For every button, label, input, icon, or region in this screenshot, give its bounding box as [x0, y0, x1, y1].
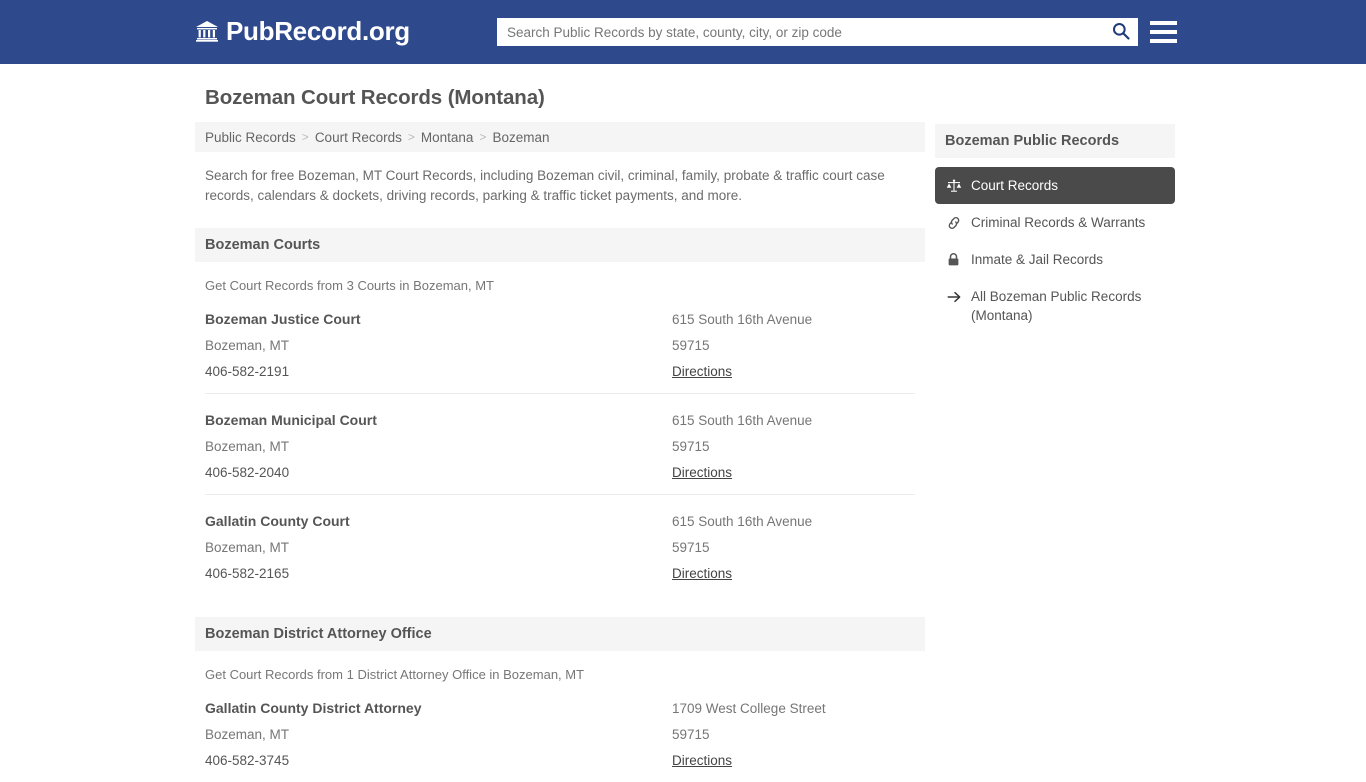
- section-header-district-attorney: Bozeman District Attorney Office: [195, 617, 925, 651]
- breadcrumb-item-bozeman[interactable]: Bozeman: [492, 130, 549, 145]
- organization-phone: 406-582-2165: [205, 566, 290, 581]
- hamburger-bar: [1150, 21, 1177, 25]
- hamburger-bar: [1150, 39, 1177, 43]
- organization-zip: 59715: [672, 439, 710, 454]
- bank-building-icon: [195, 19, 219, 43]
- organization-street: 615 South 16th Avenue: [672, 514, 813, 529]
- breadcrumb-separator: >: [407, 130, 415, 144]
- sidebar-title: Bozeman Public Records: [935, 124, 1175, 158]
- sidebar-item-inmate-jail-records[interactable]: Inmate & Jail Records: [935, 241, 1175, 278]
- organization-city-state: Bozeman, MT: [205, 727, 290, 742]
- site-header: PubRecord.org: [0, 0, 1366, 64]
- table-row: Bozeman Justice Court Bozeman, MT 406-58…: [205, 293, 915, 394]
- organization-phone: 406-582-2191: [205, 364, 290, 379]
- district-attorney-listing: Gallatin County District Attorney Bozema…: [205, 682, 915, 782]
- sidebar-item-court-records[interactable]: Court Records: [935, 167, 1175, 204]
- section-subheading-courts: Get Court Records from 3 Courts in Bozem…: [205, 278, 494, 293]
- sidebar-item-label: Inmate & Jail Records: [971, 252, 1104, 267]
- section-header-courts: Bozeman Courts: [195, 228, 925, 262]
- breadcrumb: Public Records > Court Records > Montana…: [195, 122, 925, 152]
- listing-address-column: 615 South 16th Avenue 59715 Directions: [672, 513, 915, 583]
- table-row: Gallatin County District Attorney Bozema…: [205, 682, 915, 782]
- listing-primary-column: Bozeman Municipal Court Bozeman, MT 406-…: [205, 412, 672, 482]
- organization-zip: 59715: [672, 338, 710, 353]
- sidebar-item-label: Court Records: [971, 178, 1059, 193]
- courts-listing: Bozeman Justice Court Bozeman, MT 406-58…: [205, 293, 915, 595]
- organization-phone: 406-582-2040: [205, 465, 290, 480]
- arrow-right-icon: [945, 287, 962, 306]
- breadcrumb-separator: >: [479, 130, 487, 144]
- directions-link[interactable]: Directions: [672, 566, 732, 581]
- search-input[interactable]: [497, 18, 1104, 46]
- listing-primary-column: Gallatin County District Attorney Bozema…: [205, 700, 672, 770]
- listing-address-column: 615 South 16th Avenue 59715 Directions: [672, 311, 915, 381]
- listing-primary-column: Bozeman Justice Court Bozeman, MT 406-58…: [205, 311, 672, 381]
- directions-link[interactable]: Directions: [672, 465, 732, 480]
- sidebar-item-criminal-records[interactable]: Criminal Records & Warrants: [935, 204, 1175, 241]
- organization-street: 1709 West College Street: [672, 701, 826, 716]
- organization-name[interactable]: Bozeman Justice Court: [205, 311, 672, 328]
- sidebar-list: Court Records Criminal Records & Warrant…: [935, 167, 1175, 334]
- breadcrumb-item-montana[interactable]: Montana: [421, 130, 474, 145]
- sidebar-item-label: All Bozeman Public Records (Montana): [971, 289, 1142, 323]
- breadcrumb-separator: >: [301, 130, 309, 144]
- organization-name[interactable]: Bozeman Municipal Court: [205, 412, 672, 429]
- search-button[interactable]: [1104, 18, 1138, 46]
- page-description: Search for free Bozeman, MT Court Record…: [205, 168, 885, 203]
- balance-scale-icon: [945, 176, 962, 195]
- organization-city-state: Bozeman, MT: [205, 540, 290, 555]
- table-row: Bozeman Municipal Court Bozeman, MT 406-…: [205, 394, 915, 495]
- organization-city-state: Bozeman, MT: [205, 338, 290, 353]
- directions-link[interactable]: Directions: [672, 753, 732, 768]
- organization-name[interactable]: Gallatin County District Attorney: [205, 700, 672, 717]
- organization-street: 615 South 16th Avenue: [672, 312, 813, 327]
- organization-city-state: Bozeman, MT: [205, 439, 290, 454]
- table-row: Gallatin County Court Bozeman, MT 406-58…: [205, 495, 915, 595]
- organization-street: 615 South 16th Avenue: [672, 413, 813, 428]
- site-logo-link[interactable]: PubRecord.org: [195, 18, 410, 44]
- sidebar: Bozeman Public Records Court Records Cri…: [935, 124, 1175, 334]
- listing-address-column: 615 South 16th Avenue 59715 Directions: [672, 412, 915, 482]
- hamburger-menu-icon[interactable]: [1150, 18, 1177, 46]
- search-bar: [497, 18, 1138, 46]
- organization-phone: 406-582-3745: [205, 753, 290, 768]
- link-chain-icon: [945, 213, 962, 232]
- site-brand-name: PubRecord.org: [226, 16, 410, 46]
- main-content: Bozeman Court Records (Montana) Public R…: [195, 86, 925, 782]
- page-title: Bozeman Court Records (Montana): [205, 86, 545, 109]
- breadcrumb-item-public-records[interactable]: Public Records: [205, 130, 296, 145]
- listing-address-column: 1709 West College Street 59715 Direction…: [672, 700, 915, 770]
- sidebar-item-all-public-records[interactable]: All Bozeman Public Records (Montana): [935, 278, 1175, 334]
- organization-zip: 59715: [672, 540, 710, 555]
- organization-zip: 59715: [672, 727, 710, 742]
- sidebar-item-label: Criminal Records & Warrants: [971, 215, 1146, 230]
- organization-name[interactable]: Gallatin County Court: [205, 513, 672, 530]
- hamburger-bar: [1150, 30, 1177, 34]
- directions-link[interactable]: Directions: [672, 364, 732, 379]
- listing-primary-column: Gallatin County Court Bozeman, MT 406-58…: [205, 513, 672, 583]
- section-subheading-district-attorney: Get Court Records from 1 District Attorn…: [205, 667, 585, 682]
- breadcrumb-item-court-records[interactable]: Court Records: [315, 130, 402, 145]
- lock-icon: [945, 250, 962, 269]
- search-icon: [1111, 21, 1131, 44]
